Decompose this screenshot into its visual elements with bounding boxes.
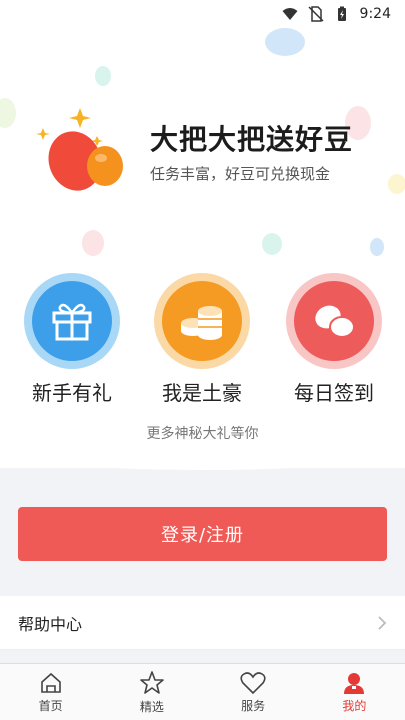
- home-icon: [40, 672, 61, 693]
- tab-label: 精选: [139, 699, 164, 714]
- bottom-tab-bar: 首页 精选 服务 我的: [0, 663, 405, 720]
- wifi-icon: [282, 8, 298, 20]
- decor-bean-icon: [370, 238, 384, 256]
- heart-icon: [240, 671, 266, 694]
- person-icon: [344, 672, 365, 694]
- bean-logo-icon: [36, 108, 123, 191]
- tab-label: 首页: [38, 698, 63, 713]
- help-center-row[interactable]: 帮助中心: [0, 596, 405, 650]
- tab-home[interactable]: 首页: [0, 664, 101, 720]
- feature-rich[interactable]: 我是土豪: [147, 273, 257, 406]
- coins-icon: [181, 306, 222, 340]
- decor-bean-icon: [0, 98, 16, 128]
- status-time: 9:24: [359, 6, 391, 22]
- feature-label: 每日签到: [294, 381, 374, 405]
- status-bar: 9:24: [0, 0, 405, 28]
- decor-bean-icon: [95, 66, 111, 86]
- hero-section: 大把大把送好豆 任务丰富，好豆可兑换现金 新手有礼 我是土豪 每日签到 更多神秘…: [0, 28, 405, 468]
- hero-title: 大把大把送好豆: [150, 123, 354, 156]
- tab-featured[interactable]: 精选: [101, 664, 202, 720]
- hero-curve-divider: [0, 440, 405, 470]
- no-sim-icon: [308, 6, 324, 22]
- feature-newcomer-gift[interactable]: 新手有礼: [17, 273, 127, 406]
- tab-mine[interactable]: 我的: [304, 664, 405, 720]
- login-register-button[interactable]: 登录/注册: [18, 507, 387, 561]
- beans-icon: [315, 305, 355, 338]
- tab-services[interactable]: 服务: [203, 664, 304, 720]
- tab-label: 我的: [342, 698, 367, 713]
- help-center-label: 帮助中心: [18, 614, 83, 634]
- feature-daily-checkin[interactable]: 每日签到: [279, 273, 389, 406]
- decor-bean-icon: [82, 230, 104, 256]
- star-icon: [140, 670, 164, 694]
- gift-icon: [52, 303, 92, 341]
- tab-label: 服务: [241, 698, 266, 713]
- feature-label: 新手有礼: [32, 381, 112, 405]
- battery-icon: [337, 6, 346, 21]
- decor-bean-icon: [388, 174, 405, 194]
- decor-bean-icon: [262, 233, 282, 255]
- decor-bean-icon: [265, 28, 305, 56]
- chevron-right-icon: [378, 615, 387, 630]
- feature-label: 我是土豪: [162, 381, 242, 405]
- hero-subtitle: 任务丰富，好豆可兑换现金: [150, 165, 331, 183]
